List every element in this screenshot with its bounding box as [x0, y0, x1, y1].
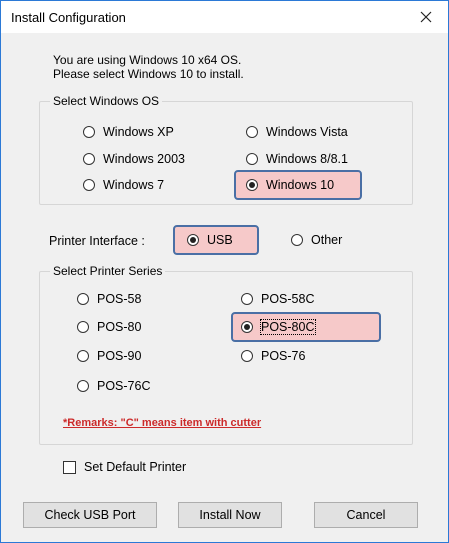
- radio-label: Other: [311, 233, 343, 247]
- radio-label: POS-58C: [261, 292, 315, 306]
- remarks-text: *Remarks: "C" means item with cutter: [63, 417, 262, 429]
- radio-label: Windows 7: [103, 178, 165, 192]
- window-title: Install Configuration: [11, 10, 126, 25]
- radio-label: Windows Vista: [266, 125, 348, 139]
- checkbox-label: Set Default Printer: [84, 460, 187, 474]
- radio-circle: [241, 350, 253, 362]
- radio-label: POS-76: [261, 349, 306, 363]
- check-usb-port-button[interactable]: Check USB Port: [23, 502, 157, 528]
- radio-windows-10[interactable]: Windows 10: [246, 177, 334, 193]
- radio-pos-80[interactable]: POS-80: [77, 319, 141, 335]
- cancel-button[interactable]: Cancel: [314, 502, 418, 528]
- radio-label: Windows 10: [266, 178, 335, 192]
- radio-circle: [83, 126, 95, 138]
- radio-usb[interactable]: USB: [187, 232, 233, 248]
- radio-windows-xp[interactable]: Windows XP: [83, 124, 174, 140]
- radio-circle: [77, 350, 89, 362]
- radio-label: POS-90: [97, 349, 142, 363]
- radio-windows-7[interactable]: Windows 7: [83, 177, 164, 193]
- radio-circle: [77, 293, 89, 305]
- radio-pos-80c[interactable]: POS-80C: [241, 319, 316, 335]
- radio-circle: [241, 293, 253, 305]
- radio-circle: [83, 153, 95, 165]
- close-button[interactable]: [404, 1, 448, 33]
- radio-label: Windows XP: [103, 125, 174, 139]
- checkbox-box: [63, 460, 76, 474]
- radio-circle: [241, 321, 253, 333]
- radio-circle: [187, 234, 199, 246]
- intro-line-1: You are using Windows 10 x64 OS.: [53, 53, 242, 67]
- radio-circle: [246, 153, 258, 165]
- radio-circle: [246, 179, 258, 191]
- radio-selected-dot: [244, 324, 250, 330]
- radio-windows-vista[interactable]: Windows Vista: [246, 124, 348, 140]
- intro-text: You are using Windows 10 x64 OS. Please …: [53, 53, 244, 81]
- radio-windows-8[interactable]: Windows 8/8.1: [246, 151, 348, 167]
- radio-label: Windows 8/8.1: [266, 152, 348, 166]
- radio-pos-76[interactable]: POS-76: [241, 348, 305, 364]
- os-group-legend: Select Windows OS: [50, 94, 163, 108]
- radio-circle: [83, 179, 95, 191]
- radio-pos-58[interactable]: POS-58: [77, 291, 141, 307]
- radio-label: POS-76C: [97, 379, 151, 393]
- radio-pos-58c[interactable]: POS-58C: [241, 291, 315, 307]
- radio-other[interactable]: Other: [291, 232, 342, 248]
- radio-label: POS-80C: [260, 319, 316, 335]
- radio-circle: [77, 321, 89, 333]
- radio-pos-90[interactable]: POS-90: [77, 348, 141, 364]
- radio-selected-dot: [190, 237, 196, 243]
- close-icon: [420, 11, 432, 23]
- install-now-button[interactable]: Install Now: [178, 502, 282, 528]
- radio-label: POS-58: [97, 292, 142, 306]
- set-default-printer-checkbox[interactable]: Set Default Printer: [63, 460, 186, 474]
- printer-interface-label: Printer Interface :: [49, 234, 145, 248]
- radio-label: POS-80: [97, 320, 142, 334]
- radio-selected-dot: [249, 182, 255, 188]
- install-configuration-dialog: Install Configuration You are using Wind…: [0, 0, 449, 543]
- radio-circle: [246, 126, 258, 138]
- radio-circle: [77, 380, 89, 392]
- intro-line-2: Please select Windows 10 to install.: [53, 67, 244, 81]
- radio-label: USB: [207, 233, 233, 247]
- radio-circle: [291, 234, 303, 246]
- radio-windows-2003[interactable]: Windows 2003: [83, 151, 185, 167]
- printer-series-legend: Select Printer Series: [50, 264, 166, 278]
- radio-pos-76c[interactable]: POS-76C: [77, 378, 151, 394]
- radio-label: Windows 2003: [103, 152, 185, 166]
- title-bar: Install Configuration: [1, 1, 448, 33]
